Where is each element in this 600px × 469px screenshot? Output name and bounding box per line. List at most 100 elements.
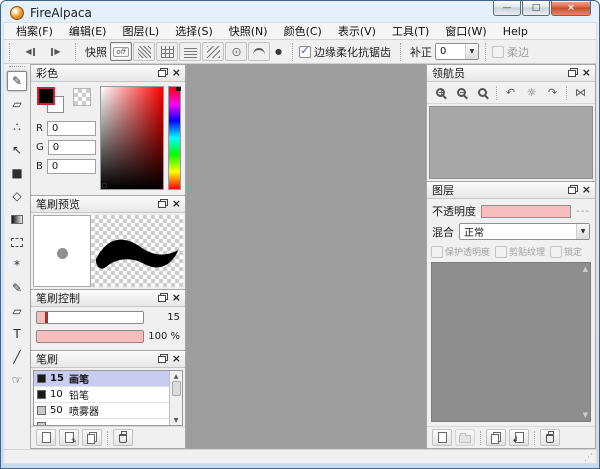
brush-list-scrollbar[interactable]: ▲ ▼ [169,371,182,425]
hue-slider[interactable] [168,86,181,190]
close-icon[interactable]: × [582,68,591,78]
rotate-reset-button[interactable]: ☼ [522,84,541,102]
add-layer-button[interactable] [432,429,452,446]
brush-item-0[interactable]: 15 画笔 [34,371,169,387]
saturation-value-picker[interactable] [100,86,164,190]
eyedropper-tool[interactable]: ╱ [7,347,27,367]
add-folder-button[interactable] [455,429,475,446]
opacity-slider[interactable] [481,205,571,218]
foreground-color-swatch[interactable] [37,87,55,105]
snap-point-icon[interactable]: ● [275,47,282,56]
minimize-button[interactable]: — [493,1,521,16]
text-tool[interactable]: T [7,324,27,344]
select-eraser-tool[interactable]: ▱ [7,301,27,321]
edit-brush-button[interactable]: ✎ [59,429,79,446]
rotate-cw-button[interactable]: ↷ [543,84,562,102]
menu-color[interactable]: 颜色(C) [276,21,330,41]
snap-off-button[interactable]: off [110,42,132,61]
duplicate-brush-button[interactable] [82,429,102,446]
menu-edit[interactable]: 编辑(E) [61,21,115,41]
snap-circle-button[interactable] [225,42,247,61]
dot-tool[interactable]: ∴ [7,117,27,137]
close-icon[interactable]: × [582,185,591,195]
pen-tool[interactable]: ✎ [7,71,27,91]
hand-tool[interactable]: ☞ [7,370,27,390]
menu-layer[interactable]: 图层(L) [114,21,167,41]
delete-layer-button[interactable] [540,429,560,446]
flip-horizontal-button[interactable]: ⋈ [571,84,590,102]
move-tool[interactable]: ↖ [7,140,27,160]
float-icon[interactable] [158,201,166,208]
menu-view[interactable]: 表示(V) [330,21,384,41]
float-icon[interactable] [568,187,576,194]
close-icon[interactable]: × [172,199,181,209]
b-input[interactable]: 0 [47,159,96,174]
soft-edge-checkbox[interactable] [492,46,504,58]
scroll-down-icon[interactable]: ▼ [174,415,179,425]
scroll-down-icon[interactable]: ▼ [583,411,588,419]
menu-file[interactable]: 档案(F) [8,21,61,41]
zoom-reset-button[interactable] [473,84,492,102]
protect-alpha-checkbox[interactable] [431,246,443,258]
navigator-preview[interactable] [429,106,593,179]
menu-window[interactable]: 窗口(W) [437,21,494,41]
correction-dropdown[interactable]: 0 ▼ [435,43,479,60]
close-icon[interactable]: × [172,293,181,303]
float-icon[interactable] [568,70,576,77]
menu-help[interactable]: Help [495,23,536,40]
brush-size-slider[interactable] [36,311,144,324]
scroll-up-icon[interactable]: ▲ [583,265,588,273]
antialias-checkbox[interactable] [299,46,311,58]
delete-brush-button[interactable] [113,429,133,446]
brush-item-partial[interactable] [34,419,169,425]
float-icon[interactable] [158,356,166,363]
zoom-in-button[interactable]: + [431,84,450,102]
transparent-color-swatch[interactable] [73,88,91,106]
resize-grip[interactable]: ⋰ [584,454,593,462]
menu-tool[interactable]: 工具(T) [384,21,437,41]
merge-layer-button[interactable]: ↲ [509,429,529,446]
select-pen-tool[interactable]: ✎ [7,278,27,298]
g-input[interactable]: 0 [48,140,96,155]
blend-mode-dropdown[interactable]: 正常 ▼ [459,223,590,240]
add-brush-button[interactable] [36,429,56,446]
float-icon[interactable] [158,70,166,77]
menu-snap[interactable]: 快照(N) [221,21,276,41]
canvas-area[interactable] [186,64,426,449]
r-input[interactable]: 0 [47,121,96,136]
menu-select[interactable]: 选择(S) [167,21,221,41]
magic-wand-tool[interactable]: * [7,255,27,275]
app-icon[interactable] [10,6,24,20]
brush-opacity-slider[interactable] [36,330,144,343]
gradient-tool[interactable] [7,209,27,229]
toolbar-grip[interactable] [9,43,13,61]
close-icon[interactable]: × [172,354,181,364]
bucket-tool[interactable]: ◇ [7,186,27,206]
snap-parallel-button[interactable] [133,42,155,61]
brush-item-2[interactable]: 50 喷雾器 [34,403,169,419]
close-icon[interactable]: × [172,68,181,78]
select-tool[interactable] [7,232,27,252]
next-snapshot-button[interactable]: ▶ [43,43,69,61]
scroll-up-icon[interactable]: ▲ [174,371,179,381]
maximize-button[interactable]: □ [522,1,550,16]
float-icon[interactable] [158,295,166,302]
eraser-tool[interactable]: ▱ [7,94,27,114]
palette-grip[interactable] [9,66,25,67]
scrollbar-thumb[interactable] [172,381,181,396]
brush-item-1[interactable]: 10 铅笔 [34,387,169,403]
snap-curve-button[interactable] [248,42,270,61]
snap-radial-button[interactable] [202,42,224,61]
prev-snapshot-button[interactable]: ◀ [17,43,43,61]
title-bar[interactable]: FireAlpaca — □ × [3,1,597,22]
fill-tool[interactable]: ■ [7,163,27,183]
layer-list[interactable]: ▲ ▼ [431,262,591,422]
close-button[interactable]: × [551,1,591,16]
snap-crisscross-button[interactable] [156,42,178,61]
lock-checkbox[interactable] [550,246,562,258]
clipping-checkbox[interactable] [495,246,507,258]
duplicate-layer-button[interactable] [486,429,506,446]
snap-vanishing-button[interactable] [179,42,201,61]
rotate-ccw-button[interactable]: ↶ [501,84,520,102]
zoom-out-button[interactable]: − [452,84,471,102]
